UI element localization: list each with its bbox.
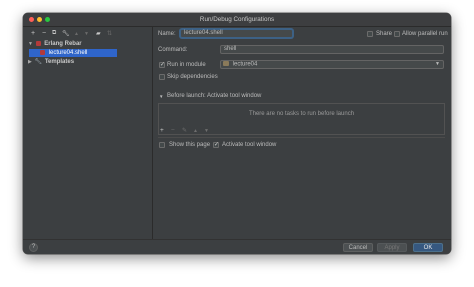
chevron-down-icon: ▼ [435,61,440,67]
tree-item-label: lecture04.shell [48,50,88,56]
tree-group-erlang-rebar[interactable]: ▼ Erlang Rebar [28,40,148,48]
chevron-down-icon[interactable]: ▼ [28,41,33,47]
templates-label: Templates [44,59,75,65]
add-task-icon[interactable]: + [160,127,164,134]
activate-tool-window-label: Activate tool window [222,142,277,148]
tree-group-label: Erlang Rebar [44,41,82,47]
dialog-footer: ? Cancel Apply OK [23,239,451,254]
remove-task-icon[interactable]: − [171,127,175,134]
help-button[interactable]: ? [29,243,38,252]
folder-icon[interactable]: ▰ [96,30,101,37]
empty-tasks-text: There are no tasks to run before launch [248,111,355,117]
close-window-button[interactable] [29,17,34,22]
cancel-button[interactable]: Cancel [343,243,373,252]
chevron-down-icon[interactable]: ▼ [159,94,163,99]
copy-icon[interactable]: ⧉ [52,30,56,37]
name-input[interactable]: lecture04.shell [180,29,293,38]
chevron-right-icon[interactable]: ▶ [28,59,32,65]
show-this-page-checkbox[interactable] [159,142,165,148]
erlang-icon [35,40,41,46]
window-title: Run/Debug Configurations [199,16,275,23]
wrench-icon: 🔧︎ [34,59,43,65]
command-label: Command: [158,47,188,53]
activate-tool-window-checkbox[interactable]: ✓ [213,142,219,148]
move-up-icon[interactable]: ▲ [74,31,79,37]
module-folder-icon [223,61,229,66]
module-select[interactable]: lecture04 ▼ [220,60,444,69]
name-label: Name: [158,31,176,37]
erlang-icon [40,49,45,55]
wrench-icon[interactable]: 🔧︎ [62,30,70,37]
allow-parallel-run-label: Allow parallel run [402,31,448,37]
run-in-module-label: Run in module [167,62,206,68]
move-task-down-icon[interactable]: ▼ [204,128,209,134]
run-in-module-checkbox[interactable]: ✓ [159,62,165,68]
allow-parallel-run-checkbox[interactable] [394,31,400,37]
command-input[interactable]: shell [220,45,444,54]
minimize-window-button[interactable] [37,17,42,22]
edit-task-icon[interactable]: ✎ [182,127,187,134]
tree-item-lecture04-shell[interactable]: lecture04.shell [29,49,117,57]
skip-dependencies-label: Skip dependencies [167,74,218,80]
tree-group-templates[interactable]: ▶ 🔧︎ Templates [28,58,148,66]
share-label: Share [376,31,393,37]
zoom-window-button[interactable] [45,17,50,22]
remove-icon[interactable]: − [42,30,46,37]
move-down-icon[interactable]: ▼ [84,31,89,37]
move-task-up-icon[interactable]: ▲ [193,128,198,134]
title-bar: Run/Debug Configurations [23,13,451,27]
run-debug-dialog: Run/Debug Configurations + − ⧉ 🔧︎ ▲ ▼ ▰ … [23,13,451,254]
apply-button[interactable]: Apply [377,243,407,252]
add-icon[interactable]: + [31,30,35,37]
show-this-page-label: Show this page [169,142,211,148]
before-launch-task-list: There are no tasks to run before launch [158,103,445,135]
before-launch-header: Before launch: Activate tool window [167,93,262,99]
share-checkbox[interactable] [367,31,373,37]
module-select-value: lecture04 [232,61,258,68]
configurations-sidebar: + − ⧉ 🔧︎ ▲ ▼ ▰ ⇅ ▼ Erlang Rebar lecture0… [23,27,153,239]
ok-button[interactable]: OK [413,243,443,252]
sort-icon[interactable]: ⇅ [107,30,112,37]
skip-dependencies-checkbox[interactable] [159,74,165,80]
divider [158,137,445,138]
